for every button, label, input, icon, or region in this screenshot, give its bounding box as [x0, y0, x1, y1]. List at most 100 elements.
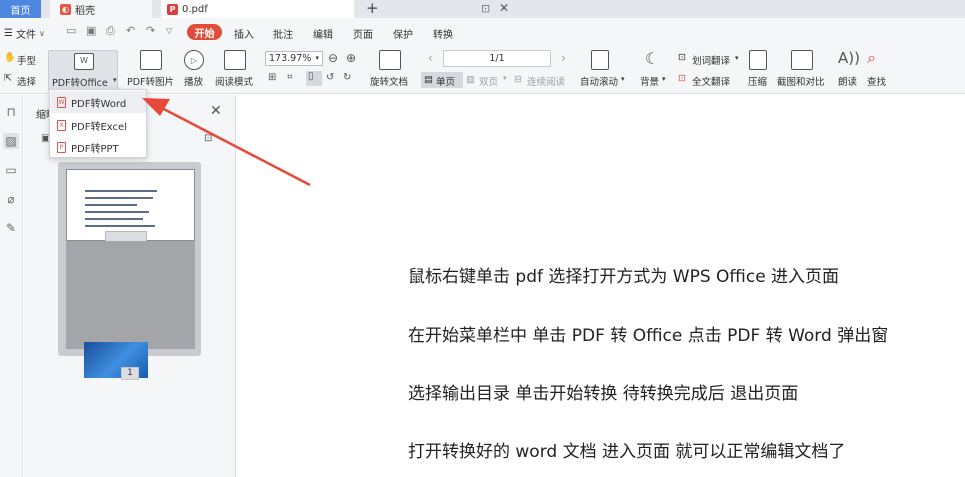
play-icon[interactable]: ▷ — [184, 50, 204, 70]
menu-item-pdf-to-ppt-label: PDF转PPT — [71, 143, 119, 155]
tab-docer[interactable]: ◐ 稻壳 — [50, 0, 152, 18]
print-icon[interactable]: ⎙ — [106, 24, 115, 38]
menu-insert[interactable]: 插入 — [234, 26, 254, 41]
chevron-down-icon: ▾ — [662, 75, 666, 83]
background-label[interactable]: 背景 — [640, 74, 659, 88]
menu-edit[interactable]: 编辑 — [313, 26, 333, 41]
screenshot-compare-icon[interactable] — [791, 50, 813, 70]
single-page-icon: ▤ — [424, 74, 433, 85]
pdf-to-image-icon[interactable] — [140, 50, 162, 70]
thumbnail-icon[interactable]: ▨ — [3, 133, 19, 149]
hand-tool-icon[interactable]: ✋ — [4, 52, 16, 63]
rotate-right-icon[interactable]: ↻ — [343, 72, 351, 83]
continuous-read-icon[interactable]: ⊟ — [514, 74, 522, 85]
play-label[interactable]: 播放 — [184, 74, 203, 88]
pdf-to-office-dropdown: W PDF转Word X PDF转Excel P PDF转PPT — [49, 89, 147, 158]
new-tab-icon[interactable]: + — [366, 0, 379, 17]
menu-item-pdf-to-word[interactable]: W PDF转Word — [51, 91, 146, 113]
zoom-value: 173.97% — [269, 53, 312, 64]
open-folder-icon[interactable]: ▭ — [66, 24, 76, 37]
pdf-to-image-label[interactable]: PDF转图片 — [127, 74, 174, 88]
background-moon-icon[interactable]: ☾ — [645, 49, 659, 68]
bookmark-icon[interactable]: ⊓ — [3, 104, 19, 120]
menu-start[interactable]: 开始 — [187, 24, 222, 40]
menu-annotate[interactable]: 批注 — [273, 26, 293, 41]
single-page-button[interactable]: ▤ 单页 — [421, 72, 463, 88]
full-translate-icon[interactable]: ⊡ — [678, 73, 686, 84]
thumbnail-zoom-icon[interactable]: ⊡ — [204, 133, 212, 144]
pdf-to-office-icon: W — [74, 53, 94, 70]
comment-icon[interactable]: ▭ — [3, 162, 19, 178]
close-tab-icon[interactable]: ✕ — [499, 1, 509, 15]
next-page-icon[interactable]: › — [561, 51, 566, 65]
pdf-to-office-button[interactable]: W PDF转Office ▾ — [48, 50, 118, 91]
document-view[interactable]: 鼠标右键单击 pdf 选择打开方式为 WPS Office 进入页面 在开始菜单… — [237, 95, 965, 477]
rotate-left-icon[interactable]: ↺ — [326, 72, 334, 83]
auto-scroll-icon[interactable] — [591, 50, 609, 70]
tab-pdf-document[interactable]: P 0.pdf ⊡ ✕ — [161, 0, 509, 18]
redo-icon[interactable]: ↷ — [146, 24, 155, 37]
screenshot-compare-label[interactable]: 截图和对比 — [777, 74, 825, 88]
hand-tool-label[interactable]: 手型 — [17, 53, 36, 67]
find-search-icon[interactable]: ⌕ — [867, 48, 876, 68]
signature-icon[interactable]: ✎ — [3, 220, 19, 236]
close-panel-icon[interactable]: ✕ — [210, 103, 222, 119]
double-page-label[interactable]: 双页 — [479, 74, 498, 88]
page-number-badge: 1 — [121, 367, 139, 380]
thumbnail-page-shadow — [66, 241, 195, 378]
zoom-select[interactable]: 173.97% ▾ — [265, 51, 323, 66]
word-translate-label[interactable]: 划词翻译 — [692, 53, 730, 67]
fit-page-icon[interactable]: ⌗ — [287, 72, 293, 83]
chevron-down-icon: ▾ — [315, 54, 319, 62]
chevron-down-icon: ▾ — [503, 74, 507, 82]
actual-size-icon[interactable]: ⊞ — [268, 72, 276, 83]
rotate-document-label[interactable]: 旋转文档 — [370, 74, 408, 88]
menu-bar: ☰ 文件 ∨ ▭ ▣ ⎙ ↶ ↷ ▽ 开始 插入 批注 编辑 页面 保护 转换 — [0, 18, 965, 46]
prev-page-icon[interactable]: ‹ — [428, 51, 433, 65]
pin-icon[interactable]: ⊡ — [481, 2, 490, 15]
compress-icon[interactable] — [749, 50, 767, 70]
menu-page[interactable]: 页面 — [353, 26, 373, 41]
pdf-to-office-label: PDF转Office — [52, 78, 108, 89]
find-label[interactable]: 查找 — [867, 74, 886, 88]
document-text-line: 打开转换好的 word 文档 进入页面 就可以正常编辑文档了 — [408, 442, 846, 462]
ribbon-toolbar: ✋ 手型 ⇱ 选择 W PDF转Office ▾ PDF转图片 ▷ 播放 阅读模… — [0, 46, 965, 94]
read-aloud-icon[interactable]: A)) — [838, 49, 860, 67]
tab-docer-label: 稻壳 — [75, 5, 95, 17]
read-aloud-label[interactable]: 朗读 — [838, 74, 857, 88]
docer-logo-icon: ◐ — [60, 3, 71, 15]
rotate-document-icon[interactable] — [379, 50, 401, 70]
menu-convert[interactable]: 转换 — [433, 26, 453, 41]
fit-width-icon[interactable]: ▯ — [306, 71, 322, 86]
hamburger-icon: ☰ — [4, 28, 13, 39]
menu-item-pdf-to-excel[interactable]: X PDF转Excel — [51, 114, 146, 136]
menu-start-label: 开始 — [194, 28, 215, 40]
select-tool-label[interactable]: 选择 — [17, 74, 36, 88]
excel-file-icon: X — [57, 119, 66, 131]
menu-file[interactable]: ☰ 文件 ∨ — [4, 26, 45, 41]
read-mode-label[interactable]: 阅读模式 — [215, 74, 253, 88]
full-translate-label[interactable]: 全文翻译 — [692, 74, 730, 88]
word-translate-icon[interactable]: ⊡ — [678, 52, 686, 63]
page-thumbnail[interactable] — [58, 162, 201, 378]
select-tool-icon[interactable]: ⇱ — [4, 73, 12, 84]
zoom-in-icon[interactable]: ⊕ — [346, 51, 356, 65]
menu-protect[interactable]: 保护 — [393, 26, 413, 41]
ppt-file-icon: P — [57, 141, 66, 153]
continuous-read-label[interactable]: 连续阅读 — [527, 74, 565, 88]
page-number-input[interactable]: 1/1 — [443, 50, 551, 67]
menu-item-pdf-to-ppt[interactable]: P PDF转PPT — [51, 136, 146, 158]
tab-home[interactable]: 首页 — [0, 0, 41, 18]
double-page-icon[interactable]: ▥ — [466, 74, 475, 85]
document-text-line: 选择输出目录 单击开始转换 待转换完成后 退出页面 — [408, 384, 799, 404]
menu-item-pdf-to-excel-label: PDF转Excel — [71, 121, 127, 133]
compress-label[interactable]: 压缩 — [748, 74, 767, 88]
zoom-out-icon[interactable]: ⊖ — [328, 51, 338, 65]
save-icon[interactable]: ▣ — [86, 24, 96, 37]
customize-chevron-icon[interactable]: ▽ — [166, 26, 172, 35]
read-mode-icon[interactable] — [224, 50, 246, 70]
auto-scroll-label[interactable]: 自动滚动 — [580, 74, 618, 88]
dropdown-caret-icon: ▾ — [113, 76, 117, 84]
attachment-icon[interactable]: ⌀ — [3, 191, 19, 207]
undo-icon[interactable]: ↶ — [126, 24, 135, 37]
